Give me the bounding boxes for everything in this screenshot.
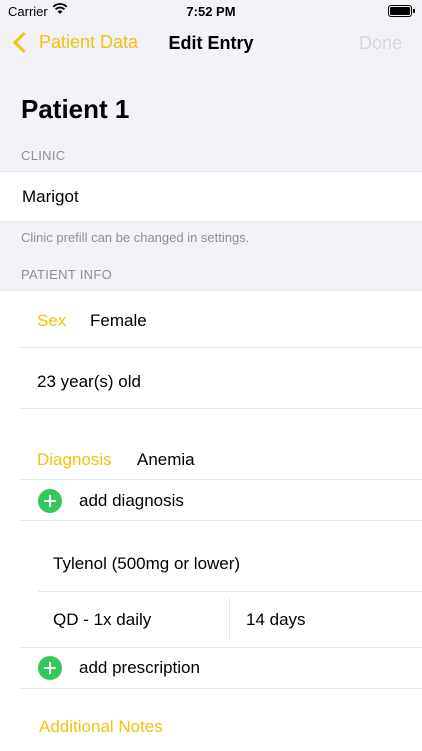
prescription-schedule-row: QD - 1x daily 14 days [0,592,422,647]
clinic-value: Marigot [22,187,79,206]
diagnosis-label: Diagnosis [37,450,112,469]
additional-notes-label: Additional Notes [39,717,163,736]
column-divider [229,598,230,641]
add-diagnosis-button[interactable]: add diagnosis [0,480,422,520]
clinic-section-header: CLINIC [21,148,66,163]
clock: 7:52 PM [186,4,236,19]
sex-label: Sex [37,311,67,330]
prescription-duration[interactable]: 14 days [246,610,306,630]
additional-notes-row[interactable]: Additional Notes [0,689,422,751]
diagnosis-value: Anemia [137,450,195,469]
navigation-bar: Patient Data Edit Entry Done [0,24,422,64]
patient-info-card: Sex Female 23 year(s) old Diagnosis Anem… [0,290,422,751]
add-diagnosis-label: add diagnosis [79,491,184,510]
add-prescription-label: add prescription [79,658,200,677]
battery-icon [388,5,415,17]
age-value: 23 year(s) old [37,372,141,391]
sex-value: Female [90,311,147,330]
sex-row[interactable]: Sex Female [0,291,422,347]
prescription-drug-row[interactable]: Tylenol (500mg or lower) [0,521,422,591]
add-prescription-button[interactable]: add prescription [0,648,422,688]
add-circle-icon [38,489,62,513]
add-circle-icon [38,656,62,680]
prescription-drug: Tylenol (500mg or lower) [53,554,241,573]
status-bar: Carrier 7:52 PM [0,0,422,22]
patient-name: Patient 1 [21,94,130,124]
age-row[interactable]: 23 year(s) old [0,348,422,408]
prescription-frequency[interactable]: QD - 1x daily [53,610,151,630]
diagnosis-row[interactable]: Diagnosis Anemia [0,409,422,479]
done-button[interactable]: Done [359,33,402,54]
clinic-note: Clinic prefill can be changed in setting… [21,230,250,245]
patient-info-header: PATIENT INFO [21,267,112,282]
clinic-field[interactable]: Marigot [0,171,422,222]
